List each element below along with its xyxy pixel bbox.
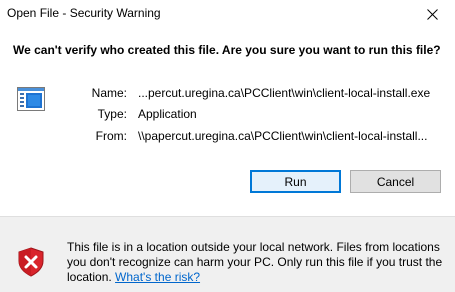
from-value: \\papercut.uregina.ca\PCClient\win\clien… [138,129,428,143]
application-window-icon [17,87,45,111]
type-label: Type: [97,107,127,121]
title-bar[interactable]: Open File - Security Warning [0,0,455,28]
whats-the-risk-link[interactable]: What's the risk? [115,270,200,284]
shield-x-icon [18,247,44,277]
warning-message: This file is in a location outside your … [67,240,452,285]
warning-question: We can't verify who created this file. A… [13,43,441,57]
close-button[interactable] [409,0,455,28]
cancel-button[interactable]: Cancel [350,170,441,193]
name-value: ...percut.uregina.ca\PCClient\win\client… [138,86,431,100]
from-label: From: [95,129,127,143]
name-label: Name: [91,86,127,100]
run-button[interactable]: Run [250,170,341,193]
security-warning-dialog: Open File - Security Warning We can't ve… [0,0,455,292]
type-value: Application [138,107,197,121]
close-icon [426,8,438,20]
window-title: Open File - Security Warning [7,6,161,20]
